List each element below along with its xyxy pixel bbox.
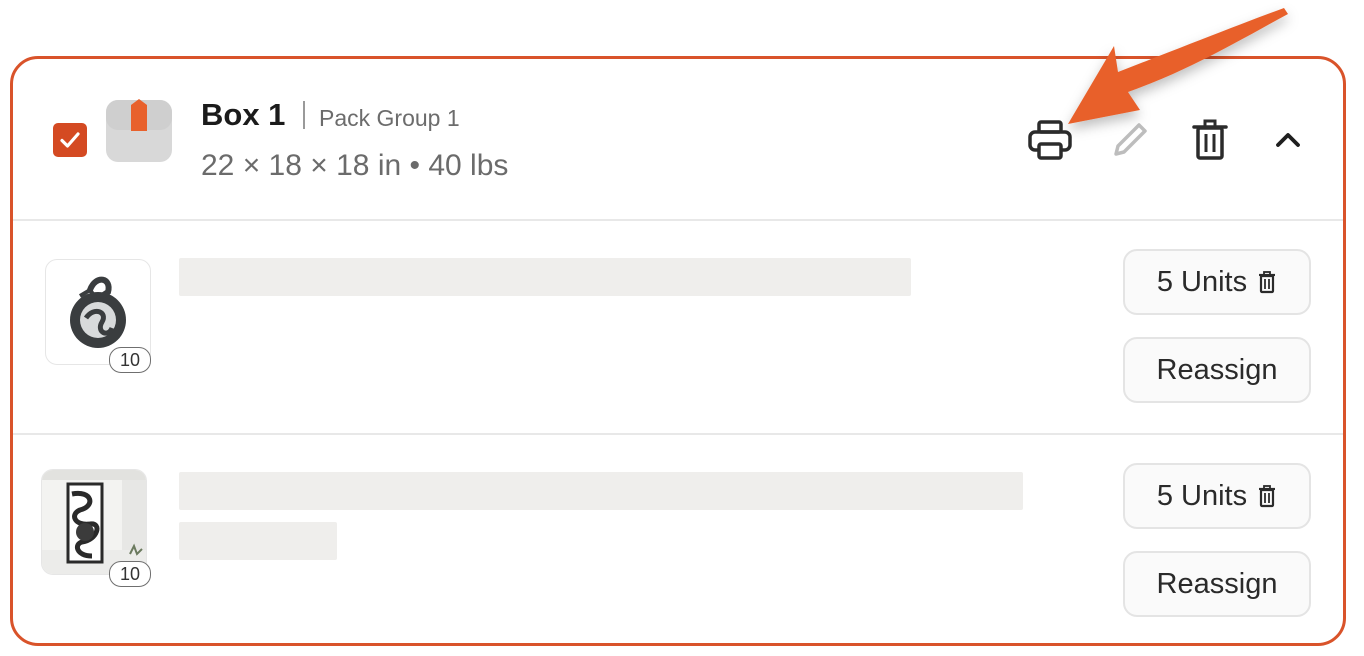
trash-icon	[1259, 485, 1276, 508]
units-label: 5 Units	[1156, 265, 1248, 298]
pack-group-label: Pack Group 1	[319, 105, 460, 131]
box-header: Box 1 Pack Group 1 22 × 18 × 18 in • 40 …	[13, 59, 1343, 221]
units-button[interactable]: 5 Units	[1123, 463, 1311, 529]
product-subtitle-placeholder	[179, 522, 337, 560]
collapse-button[interactable]	[1263, 115, 1313, 165]
check-icon	[60, 132, 80, 148]
product-title-placeholder	[179, 258, 911, 296]
pencil-icon	[1114, 123, 1147, 156]
product-title-placeholder	[179, 472, 1023, 510]
list-item: 10 5 Units Reassign	[13, 435, 1343, 643]
list-item: 10 5 Units Reassign	[13, 221, 1343, 435]
item-quantity-badge: 10	[109, 561, 151, 587]
title-divider	[303, 101, 305, 129]
reassign-button[interactable]: Reassign	[1123, 337, 1311, 403]
box-title: Box 1	[201, 97, 286, 132]
edit-button[interactable]	[1105, 115, 1155, 165]
chevron-up-icon	[1276, 133, 1300, 147]
trash-icon	[1259, 271, 1276, 294]
box-dimensions: 22 × 18 × 18 in • 40 lbs	[201, 149, 509, 182]
box-icon	[106, 99, 172, 162]
box-card: Box 1 Pack Group 1 22 × 18 × 18 in • 40 …	[10, 56, 1346, 646]
units-label: 5 Units	[1156, 479, 1248, 512]
box-checkbox[interactable]	[53, 123, 87, 157]
product-image	[41, 469, 147, 575]
trash-icon	[1192, 119, 1228, 160]
dragon-panel-image	[42, 470, 146, 574]
print-button[interactable]	[1025, 115, 1075, 165]
item-quantity-badge: 10	[109, 347, 151, 373]
delete-box-button[interactable]	[1185, 115, 1235, 165]
units-button[interactable]: 5 Units	[1123, 249, 1311, 315]
printer-icon	[1028, 120, 1072, 160]
reassign-button[interactable]: Reassign	[1123, 551, 1311, 617]
